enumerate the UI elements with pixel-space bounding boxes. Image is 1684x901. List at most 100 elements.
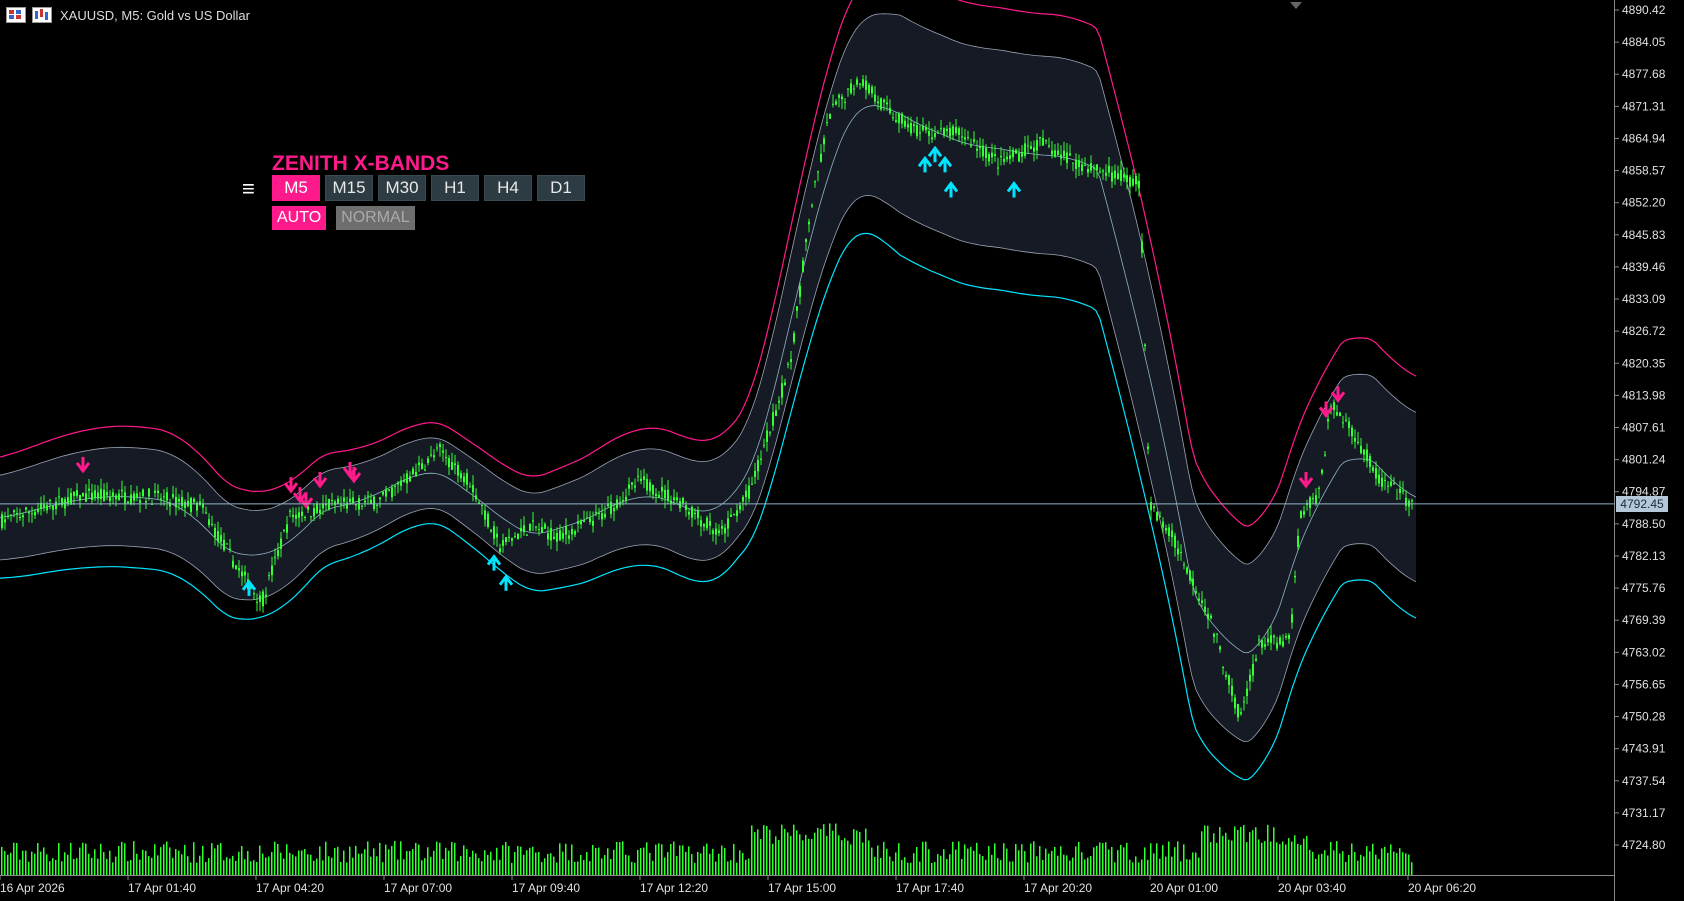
volume-bar [1381, 848, 1383, 875]
candle-body [202, 504, 204, 508]
candle-body [1027, 145, 1029, 147]
volume-bar [1231, 840, 1233, 875]
candle-body [754, 470, 756, 477]
candle-body [1018, 153, 1020, 162]
candle-body [1207, 613, 1209, 620]
menu-icon[interactable]: ≡ [242, 176, 260, 202]
volume-bar [679, 845, 681, 875]
volume-bar [1048, 853, 1050, 875]
candle-body [769, 432, 771, 434]
volume-bar [850, 844, 852, 875]
candle-body [28, 512, 30, 514]
volume-bar [1117, 850, 1119, 875]
candle-body [178, 498, 180, 502]
candle-body [1048, 145, 1050, 147]
volume-bar [1369, 851, 1371, 875]
auto-mode-button[interactable]: AUTO [272, 206, 327, 230]
candle-body [445, 457, 447, 459]
candle-body [124, 492, 126, 504]
volume-bar [1366, 846, 1368, 875]
volume-bar [499, 859, 501, 875]
candle-body [628, 484, 630, 489]
volume-bar [1297, 843, 1299, 875]
volume-bar [658, 843, 660, 875]
candle-body [835, 101, 837, 105]
volume-bar [118, 845, 120, 875]
grid-icon[interactable] [6, 7, 26, 23]
volume-bar [691, 854, 693, 875]
candle-body [1228, 675, 1230, 685]
candle-body [625, 496, 627, 501]
tf-button-d1[interactable]: D1 [537, 175, 585, 201]
candle-body [1090, 163, 1092, 171]
candle-body [292, 514, 294, 518]
volume-bar [832, 830, 834, 875]
candle-body [1033, 147, 1035, 152]
tf-button-h1[interactable]: H1 [431, 175, 479, 201]
chart-type-icon[interactable] [32, 7, 52, 23]
volume-bar [1315, 858, 1317, 875]
volume-bar [910, 862, 912, 875]
candle-body [1021, 152, 1023, 157]
volume-bar [493, 860, 495, 875]
price-tick-label: 4782.13 [1622, 549, 1666, 563]
volume-bar [469, 856, 471, 875]
volume-bar [436, 841, 438, 875]
candle-body [145, 501, 147, 503]
volume-bar [706, 843, 708, 875]
normal-mode-button[interactable]: NORMAL [336, 206, 415, 230]
candle-body [490, 529, 492, 532]
volume-bar [643, 847, 645, 875]
candle-body [67, 497, 69, 504]
volume-bar [1060, 846, 1062, 875]
price-chart[interactable]: 4890.42 4884.05 4877.68 4871.31 4864.94 4858.… [0, 0, 1684, 901]
volume-bar [685, 851, 687, 875]
candle-body [352, 497, 354, 503]
time-tick-label: 17 Apr 07:00 [384, 881, 452, 895]
volume-bar [472, 850, 474, 875]
volume-bar [835, 823, 837, 875]
volume-bar [1339, 853, 1341, 875]
candle-body [1222, 666, 1224, 668]
candle-body [496, 533, 498, 538]
candle-body [994, 154, 996, 156]
volume-bar [1249, 832, 1251, 875]
volume-bar [520, 846, 522, 875]
candle-body [634, 485, 636, 488]
volume-bar [1, 846, 3, 875]
candle-body [1273, 635, 1275, 638]
tf-button-m30[interactable]: M30 [378, 175, 426, 201]
volume-bar [235, 860, 237, 875]
candle-body [916, 125, 918, 137]
volume-bar [838, 835, 840, 875]
volume-bar [1207, 825, 1209, 875]
indicator-title: ZENITH X-BANDS [272, 152, 450, 175]
volume-bar [973, 850, 975, 875]
volume-bar [1333, 850, 1335, 875]
candle-body [739, 505, 741, 510]
volume-bar [352, 857, 354, 875]
volume-bar [253, 860, 255, 875]
volume-bar [712, 848, 714, 875]
candle-body [148, 488, 150, 497]
band-fill [0, 13, 1416, 742]
volume-bar [547, 853, 549, 875]
tf-button-m5[interactable]: M5 [272, 175, 320, 201]
volume-bar [1396, 853, 1398, 875]
volume-bar [1348, 854, 1350, 875]
volume-bar [532, 846, 534, 875]
candle-body [838, 95, 840, 98]
candle-body [1183, 564, 1185, 566]
candle-body [1123, 174, 1125, 178]
volume-bar [925, 841, 927, 875]
volume-bar [721, 845, 723, 875]
volume-bar [166, 841, 168, 875]
tf-button-m15[interactable]: M15 [325, 175, 373, 201]
tf-button-h4[interactable]: H4 [484, 175, 532, 201]
volume-bar [937, 854, 939, 875]
volume-bar [4, 851, 6, 875]
candle-body [1264, 644, 1266, 647]
candle-body [595, 512, 597, 514]
candle-body [1201, 600, 1203, 603]
volume-bar [742, 853, 744, 875]
